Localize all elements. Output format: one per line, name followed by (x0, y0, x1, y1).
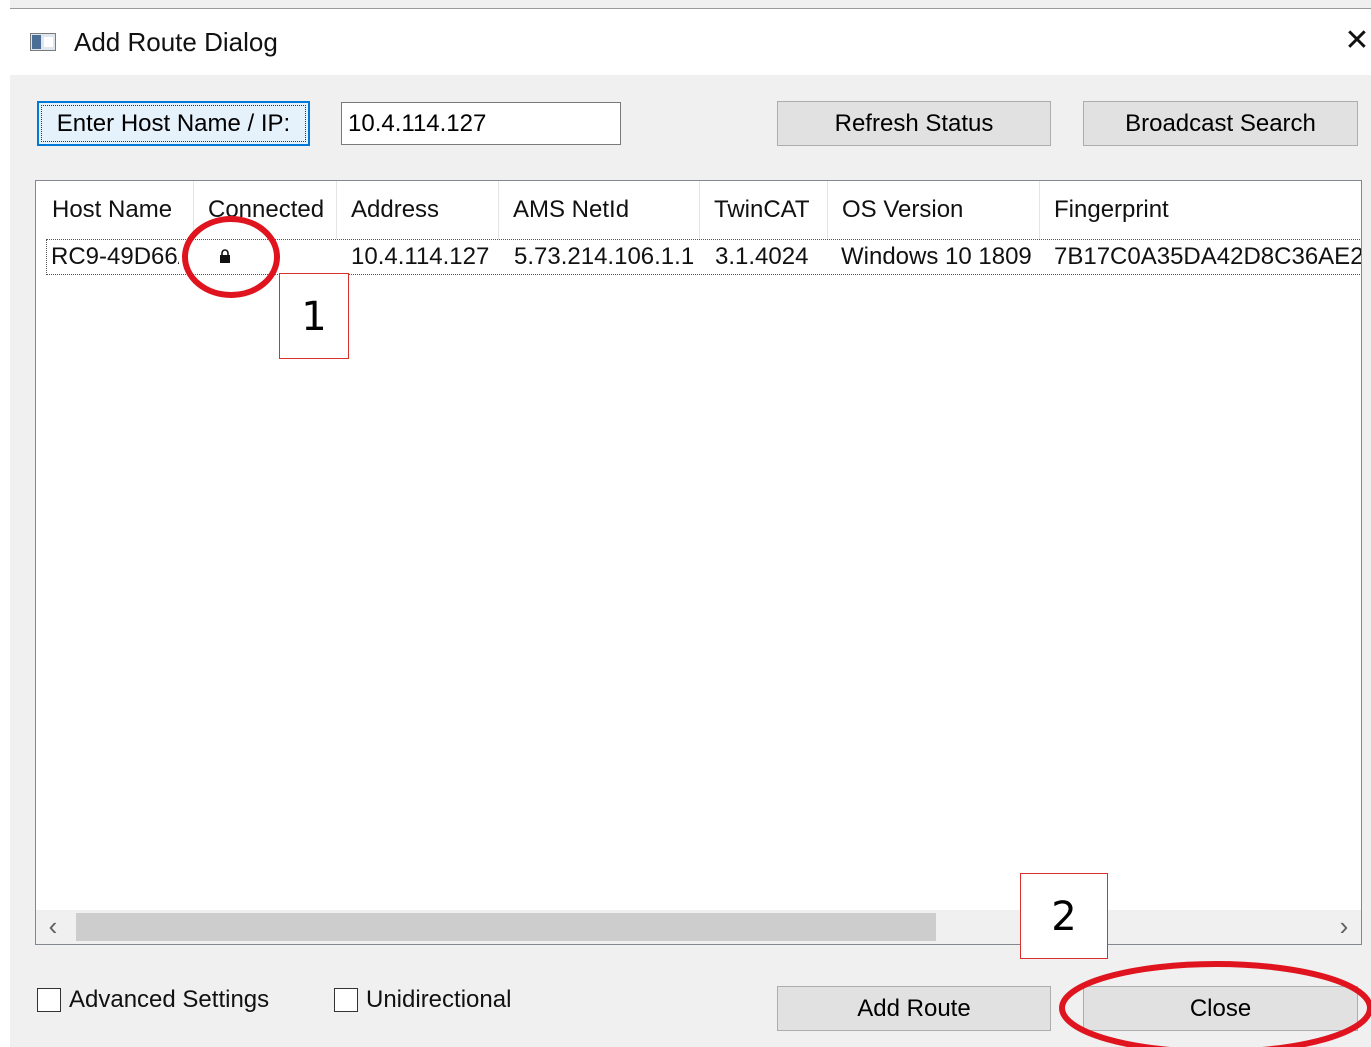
enter-host-label: Enter Host Name / IP: (56, 109, 291, 137)
window-edge (0, 0, 10, 1047)
broadcast-search-button[interactable]: Broadcast Search (1083, 101, 1358, 146)
close-label: Close (1189, 994, 1252, 1022)
cell-address: 10.4.114.127 (351, 243, 490, 270)
scroll-left-arrow-icon[interactable]: ‹ (36, 910, 70, 944)
annotation-marker-1: 1 (279, 273, 349, 359)
app-window-icon (30, 33, 56, 51)
advanced-settings-checkbox[interactable] (37, 988, 61, 1012)
route-list[interactable]: Host Name Connected Address AMS NetId Tw… (35, 180, 1362, 945)
broadcast-search-label: Broadcast Search (1125, 109, 1316, 137)
add-route-button[interactable]: Add Route (777, 986, 1051, 1031)
column-header-ams-netid[interactable]: AMS NetId (499, 181, 700, 239)
scroll-thumb[interactable] (76, 913, 936, 941)
close-icon[interactable]: ✕ (1332, 17, 1371, 65)
lock-icon (220, 249, 230, 263)
column-header-host-name[interactable]: Host Name (38, 181, 194, 239)
cell-twincat: 3.1.4024 (715, 243, 809, 270)
cell-ams-netid: 5.73.214.106.1.1 (514, 243, 695, 270)
unidirectional-label[interactable]: Unidirectional (366, 986, 511, 1014)
cell-fingerprint: 7B17C0A35DA42D8C36AE24 (1054, 243, 1362, 270)
cell-host-name: RC9-49D66A (51, 243, 179, 270)
add-route-dialog: Add Route Dialog ✕ Enter Host Name / IP:… (0, 0, 1371, 1047)
refresh-status-label: Refresh Status (834, 109, 994, 137)
annotation-marker-2: 2 (1020, 873, 1108, 959)
host-ip-input[interactable] (341, 102, 621, 145)
title-bar: Add Route Dialog ✕ (10, 8, 1371, 75)
add-route-label: Add Route (857, 994, 971, 1022)
list-header: Host Name Connected Address AMS NetId Tw… (36, 181, 1361, 239)
column-header-twincat[interactable]: TwinCAT (700, 181, 828, 239)
table-row[interactable]: RC9-49D66A 10.4.114.127 5.73.214.106.1.1… (46, 239, 1362, 275)
column-header-address[interactable]: Address (337, 181, 499, 239)
column-header-os-version[interactable]: OS Version (828, 181, 1040, 239)
column-header-connected[interactable]: Connected (194, 181, 337, 239)
window-title: Add Route Dialog (74, 27, 278, 57)
advanced-settings-label[interactable]: Advanced Settings (69, 986, 269, 1014)
unidirectional-option[interactable]: Unidirectional (334, 986, 524, 1016)
enter-host-button[interactable]: Enter Host Name / IP: (37, 101, 310, 146)
advanced-settings-option[interactable]: Advanced Settings (37, 986, 277, 1016)
column-header-fingerprint[interactable]: Fingerprint (1040, 181, 1361, 239)
horizontal-scrollbar[interactable]: ‹ › (36, 910, 1361, 944)
unidirectional-checkbox[interactable] (334, 988, 358, 1012)
refresh-status-button[interactable]: Refresh Status (777, 101, 1051, 146)
scroll-right-arrow-icon[interactable]: › (1327, 910, 1361, 944)
cell-os-version: Windows 10 1809 (841, 243, 1032, 270)
close-button[interactable]: Close (1083, 986, 1358, 1031)
